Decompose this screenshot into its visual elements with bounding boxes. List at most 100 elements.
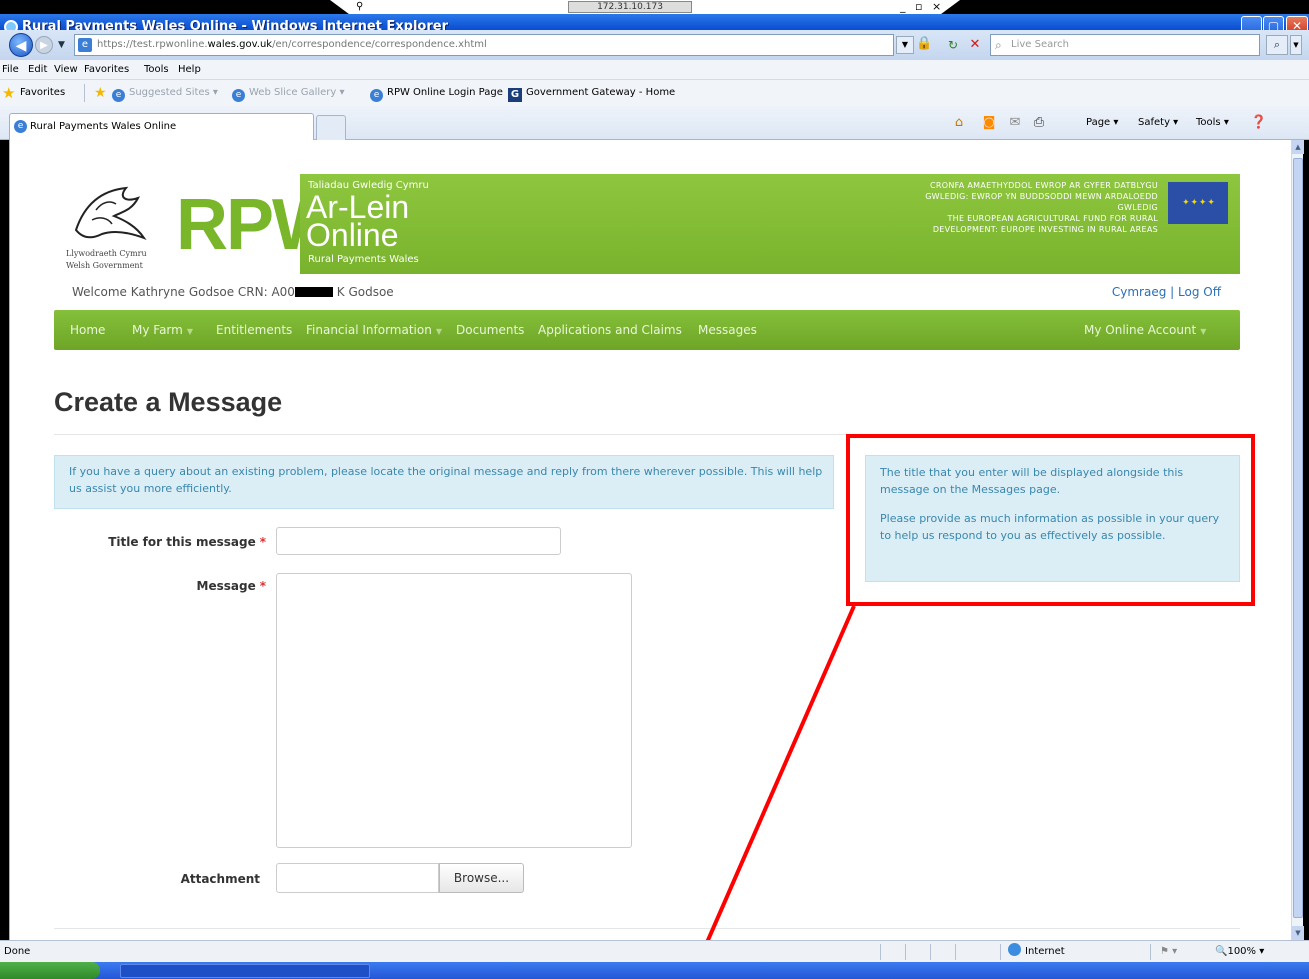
- browse-button[interactable]: Browse...: [439, 863, 524, 893]
- message-field-label: Message *: [196, 579, 266, 593]
- page-menu[interactable]: Page ▾: [1086, 106, 1118, 140]
- divider: [84, 84, 85, 102]
- nav-entitlements[interactable]: Entitlements: [216, 310, 292, 350]
- nav-financial-information[interactable]: Financial Information ▼: [306, 310, 442, 352]
- message-textarea[interactable]: [276, 573, 632, 848]
- print-icon[interactable]: ⎙: [1030, 114, 1048, 132]
- scrollbar-thumb[interactable]: [1293, 158, 1303, 918]
- welsh-language-link[interactable]: Cymraeg: [1112, 285, 1166, 299]
- title-field-label: Title for this message *: [108, 535, 266, 549]
- menu-help[interactable]: Help: [178, 60, 201, 80]
- ie-page-icon: e: [370, 89, 383, 102]
- gov-name-welsh: Llywodraeth Cymru: [66, 249, 147, 258]
- log-off-link[interactable]: Log Off: [1178, 285, 1221, 299]
- safety-menu[interactable]: Safety ▾: [1138, 106, 1178, 140]
- history-dropdown-icon[interactable]: ▼: [58, 36, 65, 54]
- address-input[interactable]: e https://test.rpwonline.wales.gov.uk/en…: [74, 34, 894, 56]
- redaction-bar: [294, 287, 333, 297]
- eafrd-text: CRONFA AMAETHYDDOL EWROP AR GYFER DATBLY…: [898, 180, 1158, 235]
- tab-command-bar: e Rural Payments Wales Online ⌂ ◙ ✉ ⎙ Pa…: [0, 106, 1309, 140]
- protected-mode-icon[interactable]: ⚑ ▾: [1160, 941, 1177, 963]
- fund-english: THE EUROPEAN AGRICULTURAL FUND FOR RURAL…: [932, 214, 1158, 234]
- scroll-up-icon[interactable]: ▲: [1292, 140, 1304, 154]
- stop-icon[interactable]: ✕: [966, 36, 984, 54]
- menu-view[interactable]: View: [54, 60, 78, 80]
- taskbar-window-button[interactable]: [120, 964, 370, 978]
- fav-rpw-login[interactable]: e RPW Online Login Page: [370, 80, 503, 106]
- header-online: Online: [306, 217, 399, 253]
- gateway-icon: G: [508, 88, 522, 102]
- menu-file[interactable]: File: [2, 60, 19, 80]
- divider: [1150, 944, 1151, 960]
- back-button[interactable]: ◀: [9, 33, 33, 57]
- windows-taskbar: [0, 962, 1309, 979]
- site-header-banner: Taliadau Gwledig Cymru Ar-Lein Online Ru…: [300, 174, 1240, 274]
- favorites-button[interactable]: Favorites: [20, 80, 65, 106]
- info-alert-text: If you have a query about an existing pr…: [69, 465, 823, 495]
- forward-button[interactable]: ▶: [35, 36, 53, 54]
- gov-name-english: Welsh Government: [66, 261, 143, 270]
- help-icon[interactable]: ❓: [1250, 114, 1268, 132]
- mail-icon[interactable]: ✉: [1006, 114, 1024, 132]
- required-mark: *: [259, 535, 266, 549]
- favorites-star-icon[interactable]: ★: [2, 84, 15, 102]
- nav-messages[interactable]: Messages: [698, 310, 757, 350]
- nav-applications-claims[interactable]: Applications and Claims: [538, 310, 682, 350]
- search-options-icon[interactable]: ▼: [1290, 35, 1302, 55]
- ie-page-icon: e: [14, 120, 27, 133]
- lock-icon[interactable]: 🔒: [916, 35, 932, 53]
- header-links: Cymraeg | Log Off: [1111, 285, 1221, 299]
- favorites-bar: ★ Favorites ★ e Suggested Sites ▾ e Web Sl…: [0, 80, 1309, 106]
- page-title: Create a Message: [54, 387, 283, 417]
- attachment-file-input[interactable]: [276, 863, 439, 893]
- security-zone[interactable]: Internet: [1008, 941, 1065, 963]
- divider: [54, 928, 1240, 929]
- divider: [1000, 944, 1001, 960]
- scroll-down-icon[interactable]: ▼: [1292, 926, 1304, 940]
- new-tab-button[interactable]: [316, 115, 346, 140]
- info-alert: If you have a query about an existing pr…: [54, 455, 834, 509]
- fund-welsh: CRONFA AMAETHYDDOL EWROP AR GYFER DATBLY…: [925, 181, 1158, 212]
- eu-stars: ✦ ✦ ✦ ✦: [1182, 198, 1215, 208]
- globe-icon: [1008, 943, 1021, 956]
- ie-page-icon: e: [232, 89, 245, 102]
- pin-icon[interactable]: ⚲: [356, 0, 363, 14]
- divider: [930, 944, 931, 960]
- feeds-icon[interactable]: ◙: [980, 114, 998, 132]
- search-icon[interactable]: ⌕: [1266, 35, 1288, 55]
- home-icon[interactable]: ⌂: [950, 114, 968, 132]
- vertical-scrollbar[interactable]: ▲ ▼: [1291, 140, 1304, 940]
- menu-tools[interactable]: Tools: [144, 60, 169, 80]
- search-input[interactable]: ⌕ Live Search: [990, 34, 1260, 56]
- menu-favorites[interactable]: Favorites: [84, 60, 129, 80]
- address-bar-row: ◀ ▶ ▼ e https://test.rpwonline.wales.gov…: [0, 30, 1309, 60]
- header-english-subtitle: Rural Payments Wales: [308, 254, 419, 265]
- attachment-field-label: Attachment: [180, 872, 260, 886]
- chevron-down-icon: ▼: [186, 327, 193, 336]
- status-text: Done: [4, 946, 31, 957]
- menu-bar: File Edit View Favorites Tools Help: [0, 60, 1309, 80]
- search-provider-icon: ⌕: [995, 38, 1002, 52]
- tab-rural-payments[interactable]: e Rural Payments Wales Online: [9, 113, 314, 140]
- menu-edit[interactable]: Edit: [28, 60, 47, 80]
- start-button[interactable]: [0, 962, 100, 979]
- tools-menu[interactable]: Tools ▾: [1196, 106, 1229, 140]
- nav-documents[interactable]: Documents: [456, 310, 524, 350]
- remote-window-controls[interactable]: _ ▫ ×: [900, 0, 944, 13]
- annotation-highlight-box: [846, 434, 1255, 606]
- refresh-icon[interactable]: ↻: [944, 36, 962, 54]
- ie-page-icon: e: [112, 89, 125, 102]
- fav-web-slice-gallery[interactable]: e Web Slice Gallery ▾: [232, 80, 345, 106]
- address-url[interactable]: https://test.rpwonline.wales.gov.uk/en/c…: [97, 35, 487, 55]
- chevron-down-icon: ▼: [1200, 327, 1207, 336]
- add-favorite-icon[interactable]: ★: [94, 84, 107, 102]
- title-field[interactable]: [276, 527, 561, 555]
- nav-my-online-account[interactable]: My Online Account ▼: [1084, 310, 1206, 352]
- nav-home[interactable]: Home: [70, 310, 105, 350]
- fav-suggested-sites[interactable]: e Suggested Sites ▾: [112, 80, 218, 106]
- remote-ip-label: 172.31.10.173: [568, 1, 692, 13]
- nav-my-farm[interactable]: My Farm ▼: [132, 310, 193, 352]
- fav-government-gateway[interactable]: G Government Gateway - Home: [508, 80, 675, 106]
- zoom-level[interactable]: 🔍100% ▾: [1215, 941, 1264, 963]
- address-dropdown-icon[interactable]: ▼: [896, 36, 914, 54]
